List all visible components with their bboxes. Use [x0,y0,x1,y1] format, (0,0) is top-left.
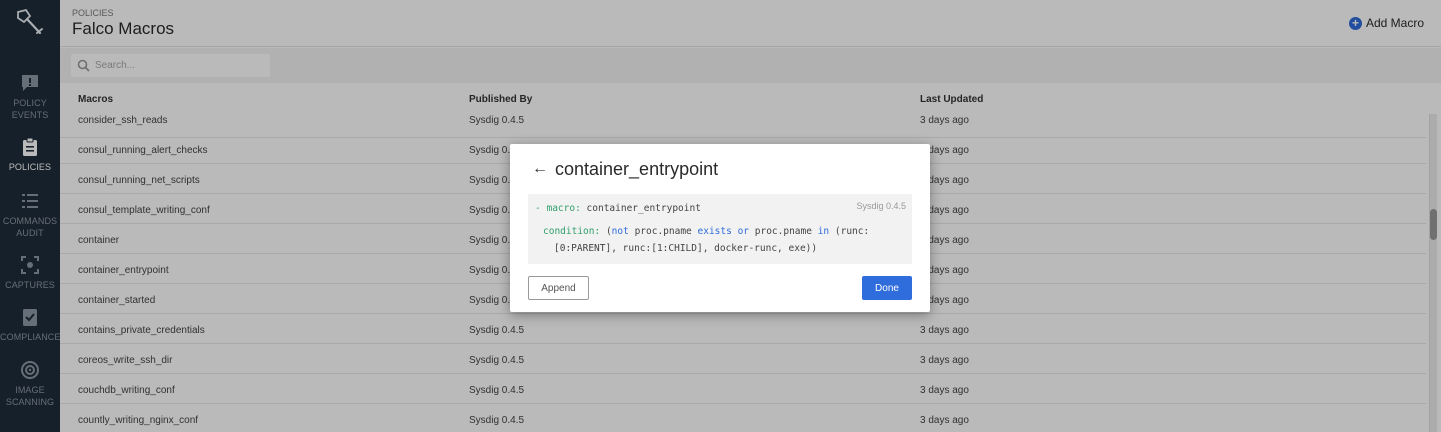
macro-detail-dialog: ← container_entrypoint - macro: containe… [510,144,930,312]
macro-code-block: - macro: container_entrypoint Sysdig 0.4… [528,194,912,264]
code-keyword: not [611,226,629,237]
code-dash: - [535,203,541,214]
done-button[interactable]: Done [862,276,912,300]
back-arrow-icon[interactable]: ← [532,160,548,178]
dialog-title: container_entrypoint [555,159,719,179]
code-keyword: or [737,226,750,237]
code-token: proc.pname [634,226,692,237]
code-macro-line: - macro: container_entrypoint [535,203,701,214]
code-version: Sysdig 0.4.5 [856,201,906,211]
code-token: (runc: [834,226,870,237]
append-button[interactable]: Append [528,276,589,300]
code-macro-key: macro: [546,203,581,214]
code-keyword: exists [697,226,732,237]
code-condition-key: condition: [543,226,601,237]
code-keyword: in [817,226,830,237]
code-token: proc.pname [754,226,812,237]
code-condition-line: condition: (not proc.pname exists or pro… [543,226,869,237]
code-macro-name: container_entrypoint [586,203,701,214]
code-condition-continued: [0:PARENT], runc:[1:CHILD], docker-runc,… [554,243,818,254]
